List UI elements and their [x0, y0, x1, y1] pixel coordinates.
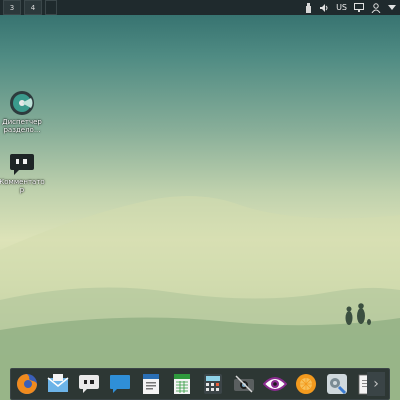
orange-app-icon[interactable]	[293, 371, 319, 397]
menu-arrow-icon[interactable]	[388, 4, 396, 11]
chat-bubble-icon	[10, 154, 34, 175]
chat-icon[interactable]	[76, 371, 102, 397]
application-dock: ›	[10, 368, 390, 400]
eye-viewer-icon[interactable]	[262, 371, 288, 397]
desktop-wallpaper	[0, 0, 400, 400]
user-icon[interactable]	[371, 2, 381, 13]
calculator-icon[interactable]	[200, 371, 226, 397]
partition-manager-label: Диспетчер раздело...	[2, 118, 42, 134]
messenger-icon[interactable]	[107, 371, 133, 397]
partition-manager-desktop-icon[interactable]: Диспетчер раздело...	[0, 90, 44, 134]
usb-drive-icon[interactable]	[305, 2, 312, 13]
calc-icon[interactable]	[169, 371, 195, 397]
keyboard-layout-indicator[interactable]: US	[336, 3, 347, 12]
screenshot-icon[interactable]	[231, 371, 257, 397]
settings-icon[interactable]	[324, 371, 350, 397]
network-monitor-icon[interactable]	[354, 2, 364, 13]
partition-manager-icon	[10, 91, 34, 115]
system-tray: US	[305, 0, 396, 15]
firefox-icon[interactable]	[14, 371, 40, 397]
dock-more-button[interactable]: ›	[367, 372, 385, 396]
mail-icon[interactable]	[45, 371, 71, 397]
workspace-5-button[interactable]	[45, 0, 57, 15]
writer-icon[interactable]	[138, 371, 164, 397]
workspace-3-button[interactable]: 3	[3, 0, 21, 15]
volume-icon[interactable]	[319, 3, 329, 13]
workspace-4-button[interactable]: 4	[24, 0, 42, 15]
chat-app-label: Комментато р	[0, 178, 45, 194]
top-panel: 3 4 US	[0, 0, 400, 15]
landscape-illustration	[0, 196, 400, 400]
chat-app-desktop-icon[interactable]: Комментато р	[0, 152, 45, 194]
